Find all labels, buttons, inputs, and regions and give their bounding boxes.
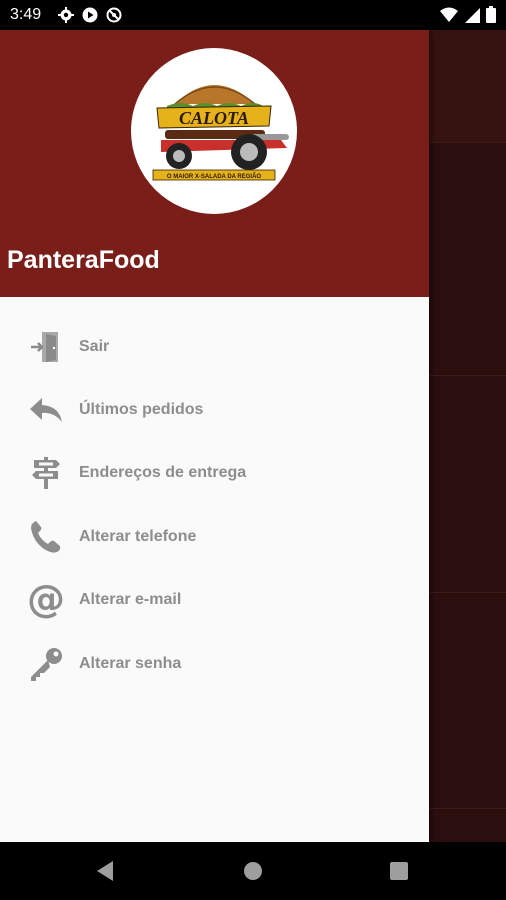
divider (429, 375, 506, 376)
status-time: 3:49 (10, 6, 42, 23)
at-sign-icon: @ (26, 580, 66, 620)
status-bar: 3:49 (0, 0, 506, 30)
back-icon[interactable] (93, 859, 117, 883)
wifi-icon (440, 7, 458, 28)
drawer-menu: Sair Últimos pedidos Endereços de entreg… (0, 315, 429, 695)
logo-tagline: O MAIOR X-SALADA DA REGIÃO (167, 173, 262, 180)
divider (429, 592, 506, 593)
key-icon (26, 644, 66, 684)
menu-item-label: Sair (79, 337, 110, 355)
exit-door-icon (26, 327, 66, 367)
burger-car-logo-icon: CALOTA O MAIOR X-SALADA DA REGIÃO (152, 85, 289, 181)
signpost-icon (26, 453, 66, 493)
recents-icon[interactable] (387, 859, 411, 883)
divider (429, 808, 506, 809)
signal-icon (464, 7, 480, 28)
menu-item-label: Alterar e-mail (79, 591, 182, 609)
reply-arrow-icon (26, 390, 66, 430)
menu-item-alterar-email[interactable]: @ Alterar e-mail (0, 569, 429, 632)
drawer-header: CALOTA O MAIOR X-SALADA DA REGIÃO Panter… (0, 30, 429, 297)
home-icon[interactable] (241, 859, 265, 883)
logo-brand-text: CALOTA (179, 108, 249, 128)
menu-item-alterar-senha[interactable]: Alterar senha (0, 632, 429, 695)
battery-icon (486, 6, 496, 28)
status-icons-right (440, 6, 496, 28)
svg-text:@: @ (27, 581, 65, 619)
app-logo: CALOTA O MAIOR X-SALADA DA REGIÃO (131, 48, 297, 214)
play-icon (82, 7, 98, 28)
navigation-drawer: CALOTA O MAIOR X-SALADA DA REGIÃO Panter… (0, 30, 429, 842)
menu-item-label: Últimos pedidos (79, 401, 204, 419)
status-icons-left (58, 7, 122, 28)
menu-item-label: Alterar telefone (79, 527, 197, 545)
system-navigation-bar (0, 842, 506, 900)
gear-icon (58, 7, 74, 28)
phone-icon (26, 517, 66, 557)
divider (429, 142, 506, 143)
menu-item-label: Alterar senha (79, 654, 182, 672)
menu-item-ultimos-pedidos[interactable]: Últimos pedidos (0, 378, 429, 441)
blocked-icon (106, 7, 122, 28)
app-name-title: PanteraFood (7, 246, 160, 274)
menu-item-sair[interactable]: Sair (0, 315, 429, 378)
menu-item-alterar-telefone[interactable]: Alterar telefone (0, 505, 429, 568)
menu-item-label: Endereços de entrega (79, 464, 247, 482)
menu-item-enderecos[interactable]: Endereços de entrega (0, 442, 429, 505)
